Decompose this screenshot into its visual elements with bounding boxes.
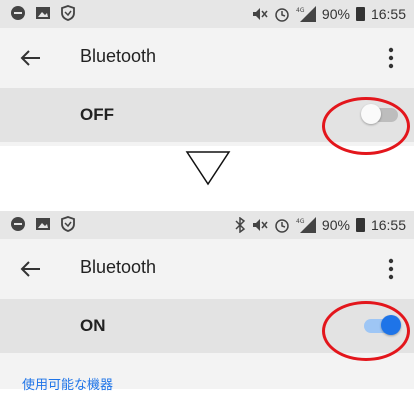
page-title: Bluetooth [80,257,157,277]
battery-icon [355,7,365,21]
shield-icon [61,216,75,232]
app-toolbar: Bluetooth [0,28,414,88]
highlight-circle [322,97,410,155]
battery-icon [355,218,365,232]
battery-percent: 90% [321,6,350,22]
mute-icon [252,8,268,20]
status-bar: 4G 90% 16:55 [0,0,414,28]
image-icon [36,218,50,230]
clock-time: 16:55 [370,6,406,22]
mute-icon [252,219,268,231]
signal-icon: 4G [296,217,316,233]
back-arrow-icon[interactable] [20,258,42,280]
shield-icon [61,5,75,21]
alarm-icon [275,219,289,233]
status-bar: 4G 90% 16:55 [0,211,414,239]
app-toolbar: Bluetooth [0,239,414,299]
settings-screen-after: 4G 90% 16:55 Bluetooth ON 使用可能な機器 [0,211,414,392]
bluetooth-icon [235,217,246,233]
clock-time: 16:55 [370,217,406,233]
do-not-disturb-icon [11,217,25,231]
do-not-disturb-icon [11,6,25,20]
signal-icon: 4G [296,6,316,22]
svg-text:4G: 4G [296,7,305,14]
page-title: Bluetooth [80,46,157,66]
available-devices-header: 使用可能な機器 [22,377,114,392]
back-arrow-icon[interactable] [20,47,42,69]
more-options-icon[interactable] [388,46,394,70]
settings-screen-before: 4G 90% 16:55 Bluetooth OFF [0,0,414,155]
down-arrow-icon [185,151,231,186]
alarm-icon [275,8,289,22]
toggle-label: OFF [80,105,114,124]
image-icon [36,7,50,19]
toggle-label: ON [80,316,106,335]
battery-percent: 90% [321,217,350,233]
more-options-icon[interactable] [388,257,394,281]
svg-text:4G: 4G [296,218,305,225]
highlight-circle [322,301,410,361]
